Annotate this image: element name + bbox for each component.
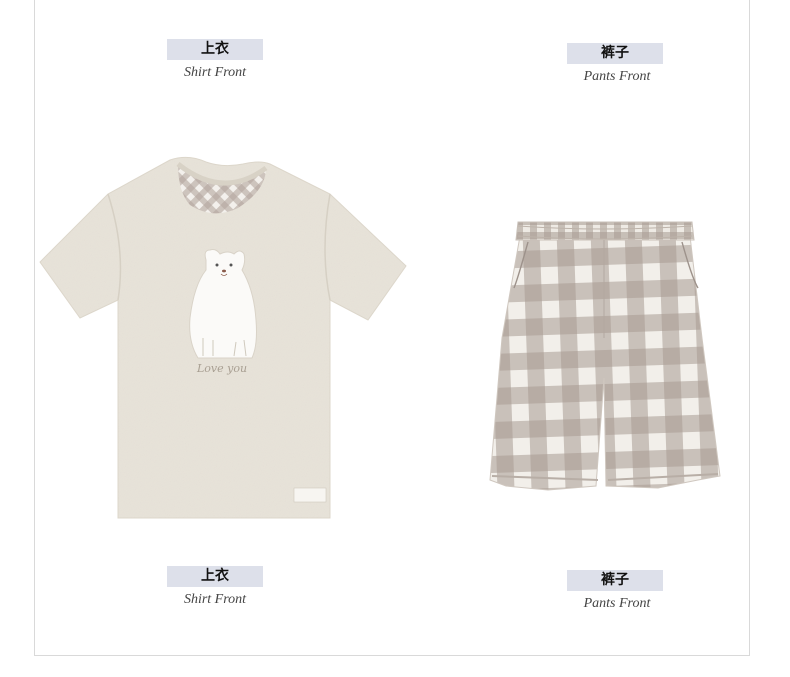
pants-body (489, 235, 721, 491)
shirt-label: 上衣 (167, 39, 263, 60)
pants-front-image (489, 221, 721, 491)
shirt-label: 上衣 (167, 566, 263, 587)
hem-tag (293, 487, 327, 503)
shirt-front-image: Love you (39, 156, 407, 519)
pants-label: 裤子 (567, 570, 663, 591)
pants-caption: Pants Front (583, 596, 651, 611)
shirt-caption: Shirt Front (183, 592, 247, 607)
pants-caption: Pants Front (583, 69, 651, 84)
shirt-caption: Shirt Front (183, 65, 247, 80)
bear-caption: Love you (196, 362, 247, 375)
pants-label: 裤子 (567, 43, 663, 64)
